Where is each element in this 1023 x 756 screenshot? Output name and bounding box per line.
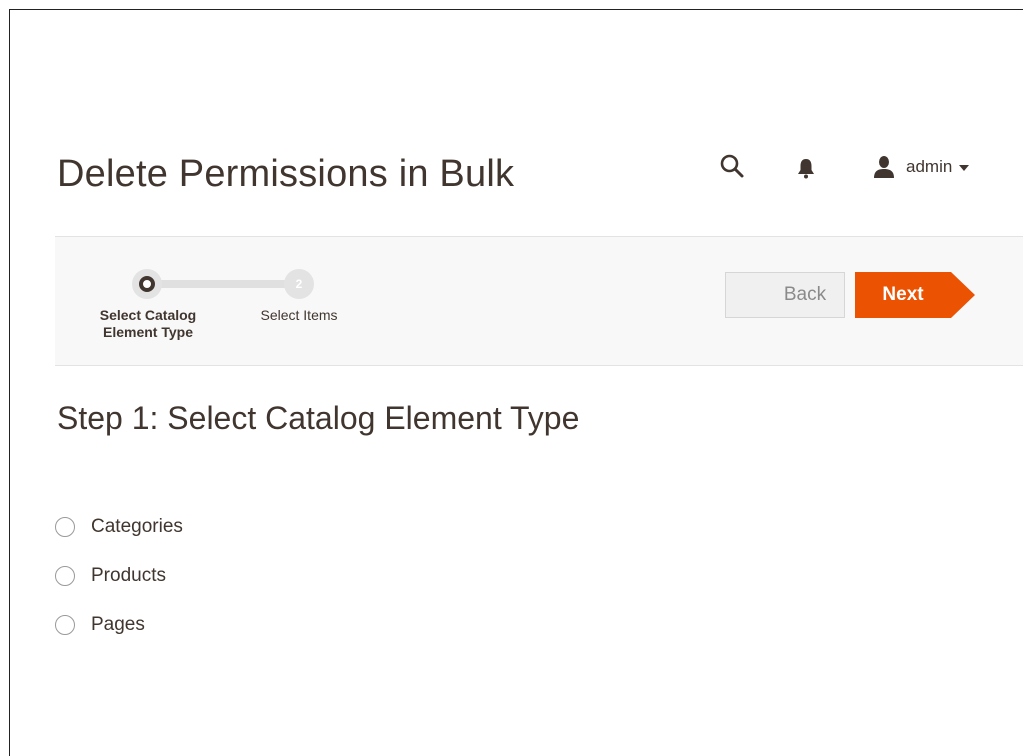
current-step-icon (139, 276, 155, 292)
back-button[interactable]: Back (725, 272, 845, 318)
step-2-label: Select Items (260, 307, 338, 323)
option-label: Products (91, 565, 166, 586)
step-progress-line (147, 280, 297, 288)
page-frame: Delete Permissions in Bulk admin 2 Selec… (9, 9, 1023, 756)
chevron-down-icon (959, 165, 970, 171)
element-type-options: Categories Products Pages (55, 515, 183, 662)
page-title: Delete Permissions in Bulk (57, 153, 515, 195)
next-arrow-shape[interactable] (951, 272, 975, 318)
wizard-bar: 2 Select Catalog Element Type Select Ite… (55, 236, 1023, 366)
wizard-steps: 2 Select Catalog Element Type Select Ite… (55, 237, 455, 367)
back-button-label: Back (783, 284, 827, 305)
user-name: admin (906, 157, 953, 176)
option-products[interactable]: Products (55, 564, 183, 588)
step-1-indicator[interactable] (132, 269, 162, 299)
option-label: Pages (91, 614, 145, 635)
option-pages[interactable]: Pages (55, 613, 183, 637)
next-button[interactable]: Next (855, 272, 951, 318)
step-1-label-line2: Element Type (103, 324, 193, 340)
products-radio[interactable] (55, 566, 75, 586)
step-1-label: Select Catalog Element Type (83, 307, 213, 341)
user-menu[interactable]: admin (872, 153, 970, 181)
step-heading: Step 1: Select Catalog Element Type (57, 400, 580, 436)
categories-radio[interactable] (55, 517, 75, 537)
pages-radio[interactable] (55, 615, 75, 635)
option-categories[interactable]: Categories (55, 515, 183, 539)
next-button-label: Next (882, 284, 924, 305)
step-2-indicator[interactable]: 2 (284, 269, 314, 299)
search-icon[interactable] (719, 153, 745, 179)
user-icon (874, 156, 894, 178)
option-label: Categories (91, 516, 183, 537)
bell-icon[interactable] (796, 157, 816, 179)
step-1-label-line1: Select Catalog (99, 307, 197, 323)
